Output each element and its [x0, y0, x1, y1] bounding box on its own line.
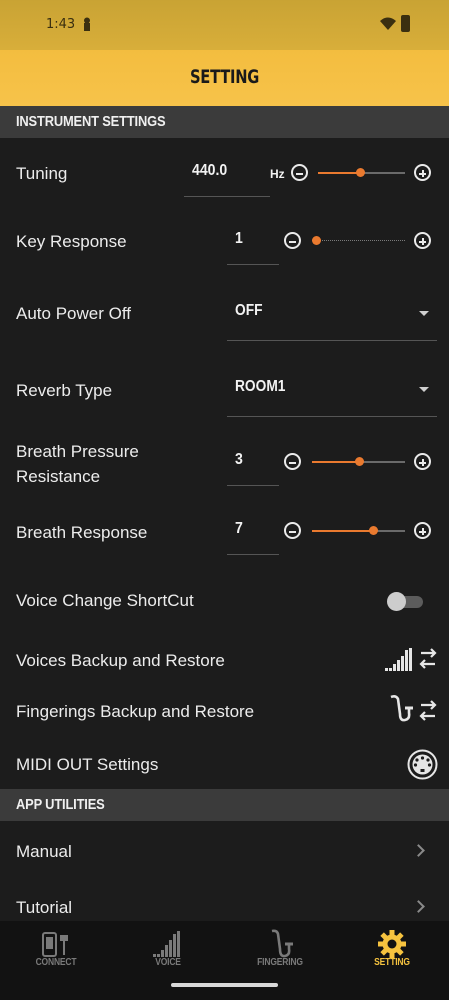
dropdown-arrow-icon: [419, 387, 429, 392]
section-header-app-utilities: APP UTILITIES: [0, 789, 449, 821]
saxophone-icon: [271, 929, 293, 958]
reverb-type-label: Reverb Type: [16, 381, 113, 400]
tuning-increase-button[interactable]: [414, 164, 431, 181]
midi-out-label[interactable]: MIDI OUT Settings: [16, 752, 158, 777]
chevron-right-icon: [412, 844, 425, 857]
nav-voice[interactable]: VOICE: [112, 921, 224, 979]
tuning-value: 440.0: [192, 162, 228, 179]
sax-transfer-icon[interactable]: [388, 694, 439, 726]
breath-pressure-value: 3: [235, 451, 243, 468]
reverb-type-value: ROOM1: [235, 378, 286, 395]
breath-response-decrease-button[interactable]: [284, 522, 301, 539]
fingerings-backup-label[interactable]: Fingerings Backup and Restore: [16, 699, 254, 724]
breath-pressure-label-line2: Resistance: [16, 467, 101, 486]
breath-response-value: 7: [235, 520, 243, 537]
breath-pressure-label-line1: Breath Pressure: [16, 442, 139, 461]
key-response-value: 1: [235, 230, 243, 247]
key-response-slider[interactable]: [312, 236, 405, 246]
breath-pressure-decrease-button[interactable]: [284, 453, 301, 470]
key-response-increase-button[interactable]: [414, 232, 431, 249]
voices-transfer-icon[interactable]: [385, 646, 439, 672]
key-response-label: Key Response: [16, 232, 127, 251]
tutorial-label: Tutorial: [16, 898, 73, 917]
breath-response-label: Breath Response: [16, 523, 148, 542]
breath-pressure-increase-button[interactable]: [414, 453, 431, 470]
key-response-decrease-button[interactable]: [284, 232, 301, 249]
section-title: INSTRUMENT SETTINGS: [16, 113, 166, 130]
breath-pressure-slider[interactable]: [312, 457, 405, 467]
nav-connect-label: CONNECT: [35, 957, 77, 968]
nav-voice-label: VOICE: [155, 957, 181, 968]
nav-fingering-label: FINGERING: [257, 957, 303, 968]
tuning-decrease-button[interactable]: [291, 164, 308, 181]
voice-change-shortcut-toggle[interactable]: [387, 591, 425, 611]
breath-response-increase-button[interactable]: [414, 522, 431, 539]
voice-change-shortcut-label: Voice Change ShortCut: [16, 591, 194, 610]
midi-din-icon[interactable]: [407, 749, 438, 780]
home-indicator: [171, 983, 278, 987]
page-title: SETTING: [189, 66, 260, 88]
auto-power-off-label: Auto Power Off: [16, 304, 131, 323]
status-time: 1:43: [46, 17, 76, 32]
section-title: APP UTILITIES: [16, 796, 105, 813]
tuning-input[interactable]: 440.0: [184, 155, 270, 197]
manual-label: Manual: [16, 842, 72, 861]
wifi-icon: [380, 17, 396, 30]
nav-fingering[interactable]: FINGERING: [224, 921, 336, 979]
manual-row[interactable]: Manual: [0, 823, 449, 879]
tuning-slider[interactable]: [318, 168, 405, 178]
breath-pressure-input[interactable]: 3: [227, 444, 279, 486]
nav-setting-label: SETTING: [374, 957, 410, 968]
breath-response-input[interactable]: 7: [227, 513, 279, 555]
nav-setting[interactable]: SETTING: [336, 921, 448, 979]
auto-power-off-value: OFF: [235, 302, 263, 319]
section-header-instrument: INSTRUMENT SETTINGS: [0, 106, 449, 138]
bottom-nav: CONNECT VOICE FINGERING SETTING: [0, 921, 449, 1000]
tuning-unit: Hz: [270, 167, 285, 181]
tuning-label: Tuning: [16, 164, 68, 183]
breath-response-slider[interactable]: [312, 526, 405, 536]
status-bar: 1:43: [0, 0, 449, 50]
key-response-input[interactable]: 1: [227, 223, 279, 265]
voices-backup-label[interactable]: Voices Backup and Restore: [16, 648, 225, 673]
auto-power-off-select[interactable]: OFF: [227, 290, 437, 341]
tutorial-row[interactable]: Tutorial: [0, 879, 449, 921]
dropdown-arrow-icon: [419, 311, 429, 316]
battery-icon: [401, 15, 410, 32]
lock-icon: [84, 17, 90, 31]
chevron-right-icon: [412, 900, 425, 913]
voice-bars-icon: [153, 931, 180, 957]
device-connect-icon: [42, 932, 68, 957]
app-header: SETTING: [0, 50, 449, 106]
reverb-type-select[interactable]: ROOM1: [227, 366, 437, 417]
gear-icon: [378, 930, 406, 958]
nav-connect[interactable]: CONNECT: [0, 921, 112, 979]
